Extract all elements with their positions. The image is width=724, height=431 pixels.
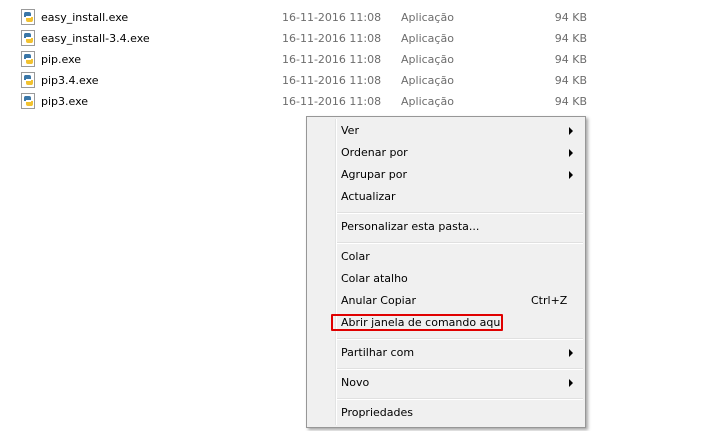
menu-item-label: Agrupar por	[341, 168, 407, 181]
file-row-easy-install-3-4[interactable]: easy_install-3.4.exe 16-11-2016 11:08 Ap…	[0, 28, 724, 49]
menu-item-label: Novo	[341, 376, 370, 389]
context-menu: Ver Ordenar por Agrupar por Actualizar P…	[306, 116, 586, 428]
menu-item-ordenar-por[interactable]: Ordenar por	[309, 142, 583, 164]
menu-item-colar-atalho[interactable]: Colar atalho	[309, 268, 583, 290]
file-date: 16-11-2016 11:08	[282, 32, 382, 45]
python-exe-icon	[21, 51, 35, 67]
file-size: 94 KB	[554, 53, 587, 66]
python-exe-icon	[21, 30, 35, 46]
menu-item-personalizar-pasta[interactable]: Personalizar esta pasta...	[309, 216, 583, 238]
python-exe-icon	[21, 93, 35, 109]
menu-item-actualizar[interactable]: Actualizar	[309, 186, 583, 208]
submenu-arrow-icon	[569, 379, 573, 387]
menu-item-label: Anular Copiar	[341, 294, 416, 307]
file-row-pip3-4[interactable]: pip3.4.exe 16-11-2016 11:08 Aplicação 94…	[0, 70, 724, 91]
file-name: pip3.4.exe	[41, 74, 99, 87]
menu-separator	[337, 398, 583, 400]
file-type: Aplicação	[401, 11, 454, 24]
file-type: Aplicação	[401, 74, 454, 87]
menu-item-label: Partilhar com	[341, 346, 415, 359]
file-date: 16-11-2016 11:08	[282, 53, 382, 66]
menu-item-ver[interactable]: Ver	[309, 120, 583, 142]
menu-item-partilhar-com[interactable]: Partilhar com	[309, 342, 583, 364]
file-date: 16-11-2016 11:08	[282, 74, 382, 87]
file-name: pip3.exe	[41, 95, 89, 108]
menu-item-label: Colar	[341, 250, 370, 263]
file-size: 94 KB	[554, 95, 587, 108]
file-type: Aplicação	[401, 53, 454, 66]
file-type: Aplicação	[401, 32, 454, 45]
menu-item-label: Actualizar	[341, 190, 396, 203]
menu-separator	[337, 368, 583, 370]
file-type: Aplicação	[401, 95, 454, 108]
menu-separator	[337, 242, 583, 244]
file-list: easy_install.exe 16-11-2016 11:08 Aplica…	[0, 7, 724, 112]
menu-item-label: Ordenar por	[341, 146, 408, 159]
python-exe-icon	[21, 72, 35, 88]
file-name: easy_install-3.4.exe	[41, 32, 150, 45]
submenu-arrow-icon	[569, 149, 573, 157]
menu-item-shortcut: Ctrl+Z	[531, 294, 568, 307]
menu-item-label: Ver	[341, 124, 359, 137]
menu-item-novo[interactable]: Novo	[309, 372, 583, 394]
file-size: 94 KB	[554, 11, 587, 24]
file-date: 16-11-2016 11:08	[282, 11, 382, 24]
menu-item-label: Propriedades	[341, 406, 413, 419]
file-size: 94 KB	[554, 74, 587, 87]
menu-separator	[337, 212, 583, 214]
menu-item-agrupar-por[interactable]: Agrupar por	[309, 164, 583, 186]
file-row-pip[interactable]: pip.exe 16-11-2016 11:08 Aplicação 94 KB	[0, 49, 724, 70]
file-row-pip3[interactable]: pip3.exe 16-11-2016 11:08 Aplicação 94 K…	[0, 91, 724, 112]
menu-item-colar[interactable]: Colar	[309, 246, 583, 268]
file-size: 94 KB	[554, 32, 587, 45]
menu-item-propriedades[interactable]: Propriedades	[309, 402, 583, 424]
file-row-easy-install[interactable]: easy_install.exe 16-11-2016 11:08 Aplica…	[0, 7, 724, 28]
menu-item-label: Personalizar esta pasta...	[341, 220, 480, 233]
submenu-arrow-icon	[569, 127, 573, 135]
file-name: easy_install.exe	[41, 11, 129, 24]
highlight-annotation-box	[331, 314, 503, 331]
python-exe-icon	[21, 9, 35, 25]
file-name: pip.exe	[41, 53, 82, 66]
menu-item-label: Colar atalho	[341, 272, 408, 285]
menu-separator	[337, 338, 583, 340]
submenu-arrow-icon	[569, 349, 573, 357]
menu-item-anular-copiar[interactable]: Anular Copiar Ctrl+Z	[309, 290, 583, 312]
submenu-arrow-icon	[569, 171, 573, 179]
file-date: 16-11-2016 11:08	[282, 95, 382, 108]
